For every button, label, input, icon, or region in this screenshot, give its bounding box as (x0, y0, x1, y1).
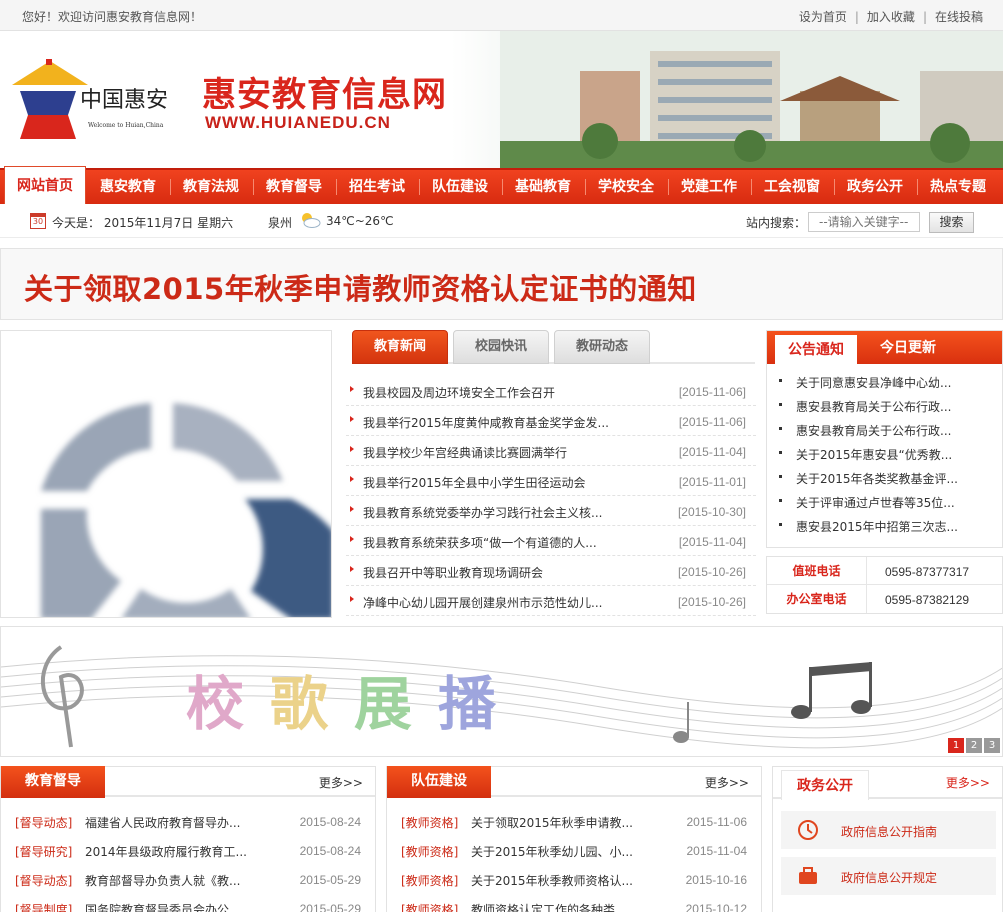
list-item[interactable]: [教师资格] 关于2015年秋季教师资格认... 2015-10-16 (387, 865, 761, 894)
logo-text: 中国惠安 (80, 88, 168, 113)
list-item[interactable]: 惠安县2015年中招第三次志... (767, 513, 1002, 537)
nav-government-affairs[interactable]: 政务公开 (835, 170, 915, 204)
duty-phone-row: 值班电话 0595-87377317 (767, 557, 1002, 585)
nav-school-safety[interactable]: 学校安全 (586, 170, 666, 204)
site-logo[interactable]: 中国惠安 Welcome to Huian,China (10, 55, 190, 145)
list-item[interactable]: 关于评审通过卢世春等35位... (767, 489, 1002, 513)
duty-phone-label: 值班电话 (767, 557, 867, 585)
tab-campus-news[interactable]: 校园快讯 (453, 330, 549, 364)
add-favorite-link[interactable]: 加入收藏 (867, 10, 915, 24)
list-item[interactable]: [督导动态] 福建省人民政府教育督导办... 2015-08-24 (1, 807, 375, 836)
tab-today-updates[interactable]: 今日更新 (867, 331, 949, 364)
site-title: 惠安教育信息网 (202, 75, 447, 115)
list-item[interactable]: [督导制度] 国务院教育督导委员会办公... 2015-05-29 (1, 894, 375, 912)
notice-panel: 公告通知 今日更新 关于同意惠安县净峰中心幼... 惠安县教育局关于公布行政..… (766, 330, 1003, 548)
supervision-box: 教育督导 更多>> [督导动态] 福建省人民政府教育督导办... 2015-08-2… (0, 766, 376, 912)
list-item[interactable]: [教师资格] 关于领取2015年秋季申请教... 2015-11-06 (387, 807, 761, 836)
nav-hot-topics[interactable]: 热点专题 (918, 170, 998, 204)
box-title[interactable]: 政务公开 (781, 770, 869, 800)
list-item[interactable]: 我县学校少年宫经典诵读比赛圆满举行 [2015-11-04] (346, 436, 756, 466)
banner-pager: 123 (946, 737, 1000, 753)
main-nav: 网站首页 惠安教育 教育法规 教育督导 招生考试 队伍建设 基础教育 学校安全 … (0, 166, 1003, 204)
list-item[interactable]: [督导研究] 2014年县级政府履行教育工... 2015-08-24 (1, 836, 375, 865)
weather-temperature: 34℃~26℃ (326, 214, 394, 228)
briefcase-icon (799, 867, 817, 884)
online-submit-link[interactable]: 在线投稿 (935, 10, 983, 24)
more-link[interactable]: 更多>> (946, 774, 990, 791)
nav-education-law[interactable]: 教育法规 (171, 170, 251, 204)
school-song-banner[interactable]: 校歌展播 123 (0, 626, 1003, 757)
notice-tabbar: 公告通知 今日更新 (767, 331, 1002, 364)
gov-disclosure-rules-link[interactable]: 政府信息公开规定 (781, 857, 996, 895)
news-slideshow-image[interactable] (0, 330, 332, 618)
date-search-bar: 30 今天是： 2015年11月7日 星期六 泉州 34℃~26℃ 站内搜索： … (0, 204, 1003, 238)
duty-phone-value: 0595-87377317 (885, 565, 970, 579)
list-item[interactable]: [教师资格] 教师资格认定工作的各种类... 2015-10-12 (387, 894, 761, 912)
nav-basic-education[interactable]: 基础教育 (503, 170, 583, 204)
campus-building-image (500, 31, 1003, 168)
weather-city: 泉州 (268, 216, 293, 230)
list-item[interactable]: [教师资格] 关于2015年秋季幼儿园、小... 2015-11-04 (387, 836, 761, 865)
notice-list: 关于同意惠安县净峰中心幼... 惠安县教育局关于公布行政... 惠安县教育局关于… (767, 369, 1002, 537)
list-item[interactable]: 惠安县教育局关于公布行政... (767, 417, 1002, 441)
office-phone-value: 0595-87382129 (885, 593, 970, 607)
list-item[interactable]: [督导动态] 教育部督导办负责人就《教... 2015-05-29 (1, 865, 375, 894)
nav-team-building[interactable]: 队伍建设 (420, 170, 500, 204)
list-item[interactable]: 我县校园及周边环境安全工作会召开 [2015-11-06] (346, 376, 756, 406)
more-link[interactable]: 更多>> (319, 774, 363, 791)
headline-banner: 关于领取2015年秋季申请教师资格认定证书的通知 (0, 248, 1003, 320)
office-phone-row: 办公室电话 0595-87382129 (767, 585, 1002, 613)
office-phone-label: 办公室电话 (767, 585, 867, 613)
list-item[interactable]: 我县举行2015年全县中小学生田径运动会 [2015-11-01] (346, 466, 756, 496)
list-item[interactable]: 关于同意惠安县净峰中心幼... (767, 369, 1002, 393)
government-affairs-box: 政务公开 更多>> 政府信息公开指南 政府信息公开规定 (772, 766, 1003, 912)
list-item[interactable]: 关于2015年各类奖教基金评... (767, 465, 1002, 489)
list-item[interactable]: 我县教育系统荣获多项“做一个有道德的人... [2015-11-04] (346, 526, 756, 556)
nav-union-window[interactable]: 工会视窗 (752, 170, 832, 204)
list-item[interactable]: 惠安县教育局关于公布行政... (767, 393, 1002, 417)
list-item[interactable]: 我县教育系统党委举办学习践行社会主义核... [2015-10-30] (346, 496, 756, 526)
contact-phones: 值班电话 0595-87377317 办公室电话 0595-87382129 (766, 556, 1003, 614)
list-item[interactable]: 我县召开中等职业教育现场调研会 [2015-10-26] (346, 556, 756, 586)
tab-teaching-research[interactable]: 教研动态 (554, 330, 650, 364)
site-url: WWW.HUIANEDU.CN (205, 113, 391, 132)
slide-placeholder-graphic (41, 403, 331, 617)
set-homepage-link[interactable]: 设为首页 (799, 10, 847, 24)
nav-home[interactable]: 网站首页 (4, 166, 86, 204)
svg-text:Welcome to Huian,China: Welcome to Huian,China (88, 122, 164, 129)
banner-title: 校歌展播 (186, 670, 523, 738)
news-panel: 教育新闻 校园快讯 教研动态 我县校园及周边环境安全工作会召开 [2015-11-… (342, 330, 756, 620)
nav-enrollment-exam[interactable]: 招生考试 (337, 170, 417, 204)
news-tabbar: 教育新闻 校园快讯 教研动态 (352, 330, 755, 364)
headline-link[interactable]: 关于领取2015年秋季申请教师资格认定证书的通知 (24, 266, 697, 308)
pager-dot-2[interactable]: 2 (966, 738, 982, 753)
search-label: 站内搜索： (746, 216, 807, 230)
nav-huian-education[interactable]: 惠安教育 (88, 170, 168, 204)
team-building-box: 队伍建设 更多>> [教师资格] 关于领取2015年秋季申请教... 2015-11… (386, 766, 762, 912)
news-list: 我县校园及周边环境安全工作会召开 [2015-11-06] 我县举行2015年度黄… (342, 376, 756, 616)
welcome-text: 您好！欢迎访问惠安教育信息网！ (22, 10, 203, 24)
nav-education-supervision[interactable]: 教育督导 (254, 170, 334, 204)
pager-dot-1[interactable]: 1 (948, 738, 964, 753)
gov-disclosure-guide-link[interactable]: 政府信息公开指南 (781, 811, 996, 849)
box-title[interactable]: 队伍建设 (387, 766, 491, 798)
list-item[interactable]: 我县举行2015年度黄仲咸教育基金奖学金发... [2015-11-06] (346, 406, 756, 436)
pager-dot-3[interactable]: 3 (984, 738, 1000, 753)
list-item[interactable]: 净峰中心幼儿园开展创建泉州市示范性幼儿... [2015-10-26] (346, 586, 756, 616)
clock-icon (798, 820, 818, 840)
top-bar: 您好！欢迎访问惠安教育信息网！ 设为首页 | 加入收藏 | 在线投稿 (0, 0, 1003, 31)
search-button[interactable]: 搜索 (929, 212, 974, 233)
site-header: 中国惠安 Welcome to Huian,China 惠安教育信息网 WWW.… (0, 31, 1003, 168)
box-title[interactable]: 教育督导 (1, 766, 105, 798)
top-links: 设为首页 | 加入收藏 | 在线投稿 (798, 10, 983, 24)
sun-cloud-icon (302, 213, 321, 228)
tab-announcements[interactable]: 公告通知 (775, 335, 857, 364)
list-item[interactable]: 关于2015年惠安县“优秀教... (767, 441, 1002, 465)
search-input[interactable] (808, 212, 920, 232)
more-link[interactable]: 更多>> (705, 774, 749, 791)
tab-education-news[interactable]: 教育新闻 (352, 330, 448, 364)
nav-party-building[interactable]: 党建工作 (669, 170, 749, 204)
calendar-icon: 30 (30, 213, 46, 229)
today-date: 今天是： 2015年11月7日 星期六 (52, 216, 234, 230)
